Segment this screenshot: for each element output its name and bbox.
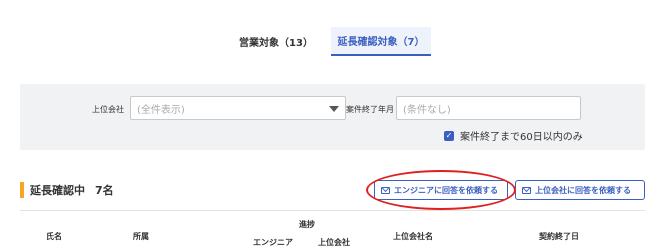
column-name: 氏名 xyxy=(46,232,62,241)
section-title: 延長確認中 xyxy=(30,184,85,197)
checkbox-label: 案件終了まで60日以内のみ xyxy=(460,132,583,143)
column-top-company-name: 上位会社名 xyxy=(393,232,433,241)
enddate-placeholder: (条件なし) xyxy=(403,104,451,116)
filter-panel: 上位会社 (全件表示) 案件終了年月 (条件なし) ✓ 案件終了まで60日以内の… xyxy=(20,84,645,150)
tab-extension-confirm[interactable]: 延長確認対象（7） xyxy=(331,27,431,56)
column-org: 所属 xyxy=(133,232,149,241)
column-progress: 進捗 xyxy=(299,220,315,229)
mail-icon xyxy=(522,186,531,194)
column-progress-engineer: エンジニア xyxy=(253,238,293,247)
section-header: 延長確認中 7名 xyxy=(20,182,114,198)
enddate-input[interactable]: (条件なし) xyxy=(396,96,581,120)
enddate-filter-label: 案件終了年月 xyxy=(346,105,394,114)
request-top-company-button[interactable]: 上位会社に回答を依頼する xyxy=(515,180,645,200)
request-top-company-label: 上位会社に回答を依頼する xyxy=(535,185,631,195)
annotation-circle xyxy=(366,170,516,210)
within-60-days-filter[interactable]: ✓ 案件終了まで60日以内のみ xyxy=(444,128,583,143)
column-progress-top-company: 上位会社 xyxy=(318,238,350,247)
tab-bar: 営業対象（13） 延長確認対象（7） xyxy=(0,0,670,56)
table-header: 氏名 所属 進捗 エンジニア 上位会社 上位会社名 契約終了日 xyxy=(20,210,645,247)
company-select[interactable]: (全件表示) xyxy=(130,96,346,120)
company-filter-label: 上位会社 xyxy=(92,105,124,114)
column-contract-end: 契約終了日 xyxy=(539,232,579,241)
tab-sales-target[interactable]: 営業対象（13） xyxy=(232,27,320,56)
company-select-value: (全件表示) xyxy=(137,104,185,116)
section-accent-bar xyxy=(20,182,24,198)
checkbox-checked-icon[interactable]: ✓ xyxy=(444,130,454,141)
section-count: 7名 xyxy=(95,184,114,197)
chevron-down-icon xyxy=(329,106,339,112)
